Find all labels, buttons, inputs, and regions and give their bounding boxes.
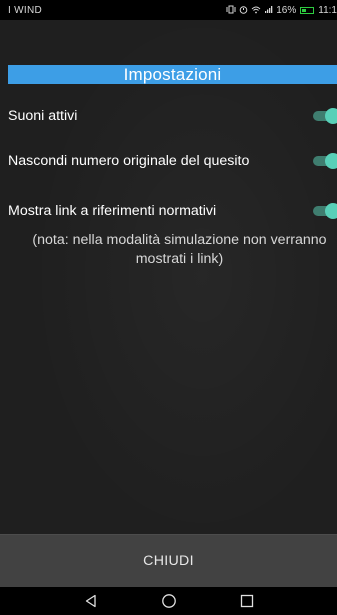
show-links-toggle[interactable]	[313, 203, 337, 219]
toggle-thumb	[325, 203, 337, 219]
recents-icon[interactable]	[233, 590, 261, 612]
home-icon[interactable]	[155, 590, 183, 612]
toggle-thumb	[325, 108, 337, 124]
settings-dialog: Impostazioni Suoni attivi Nascondi numer…	[0, 20, 337, 587]
setting-label: Suoni attivi	[8, 108, 78, 124]
phone-screen: I WIND 16% 11:1 Impostazioni Suoni attiv…	[0, 0, 337, 615]
vibrate-icon	[226, 5, 236, 16]
signal-icon	[264, 5, 273, 16]
status-bar: I WIND 16% 11:1	[0, 0, 337, 20]
dialog-header: Impostazioni	[8, 65, 337, 84]
setting-row-sounds[interactable]: Suoni attivi	[8, 106, 337, 126]
setting-row-hide-number[interactable]: Nascondi numero originale del quesito	[8, 151, 337, 171]
setting-row-show-links[interactable]: Mostra link a riferimenti normativi	[8, 201, 337, 221]
hide-number-toggle[interactable]	[313, 153, 337, 169]
carrier-name: I WIND	[8, 4, 43, 16]
sounds-toggle[interactable]	[313, 108, 337, 124]
alarm-icon	[239, 5, 248, 16]
close-button-label: CHIUDI	[143, 553, 194, 569]
wifi-icon	[251, 5, 261, 16]
simulation-note: (nota: nella modalità simulazione non ve…	[32, 232, 327, 267]
back-icon[interactable]	[77, 590, 105, 612]
battery-percent: 16%	[276, 4, 297, 16]
clock: 11:1	[318, 4, 337, 16]
status-icons: 16% 11:1	[226, 5, 337, 16]
dialog-title: Impostazioni	[123, 64, 222, 84]
setting-label: Mostra link a riferimenti normativi	[8, 203, 217, 219]
navigation-bar	[0, 587, 337, 615]
close-button[interactable]: CHIUDI	[0, 534, 337, 587]
toggle-thumb	[325, 153, 337, 169]
battery-icon	[300, 6, 315, 14]
setting-label: Nascondi numero originale del quesito	[8, 153, 250, 169]
